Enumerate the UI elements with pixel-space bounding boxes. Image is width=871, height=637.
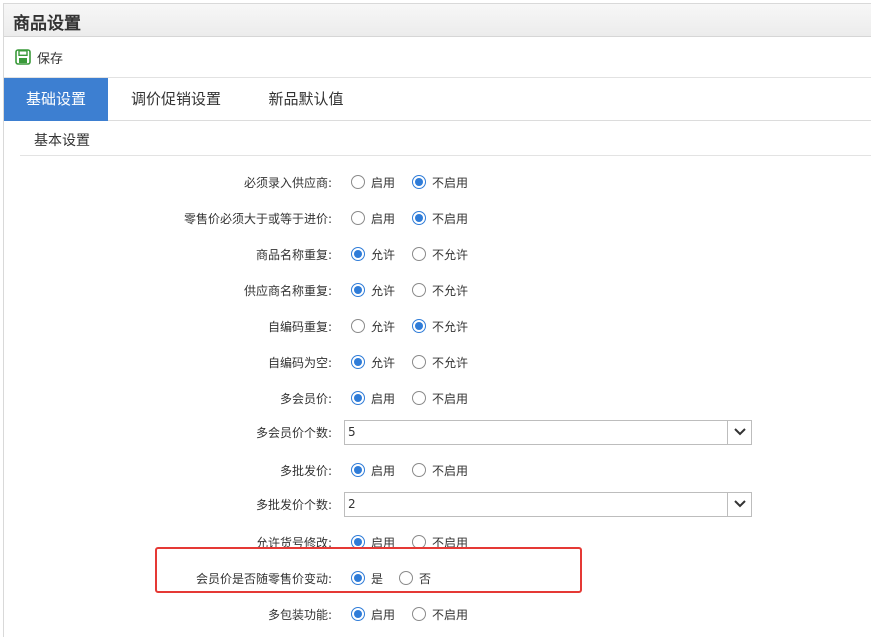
radio-option-label[interactable]: 允许: [371, 318, 395, 335]
setting-label: 多批发价:: [279, 464, 332, 478]
radio-button[interactable]: [351, 211, 365, 225]
radio-option-label[interactable]: 不启用: [432, 462, 468, 479]
radio-button[interactable]: [351, 247, 365, 261]
radio-button[interactable]: [351, 283, 365, 297]
radio-button[interactable]: [351, 175, 365, 189]
setting-row: 商品名称重复: 允许 不允许: [4, 242, 871, 268]
chevron-down-icon[interactable]: [727, 493, 751, 516]
setting-row: 多批发价: 启用 不启用: [4, 458, 871, 484]
setting-row: 自编码重复: 允许 不允许: [4, 314, 871, 340]
radio-button[interactable]: [351, 607, 365, 621]
radio-button[interactable]: [412, 463, 426, 477]
radio-option-label[interactable]: 启用: [371, 534, 395, 551]
radio-button[interactable]: [351, 571, 365, 585]
radio-button[interactable]: [412, 283, 426, 297]
select-value: 2: [348, 497, 356, 511]
section-title: 基本设置: [34, 133, 90, 149]
radio-button[interactable]: [351, 355, 365, 369]
setting-row: 多包装功能: 启用 不启用: [4, 602, 871, 628]
radio-option-label[interactable]: 启用: [371, 390, 395, 407]
setting-row: 零售价必须大于或等于进价: 启用 不启用: [4, 206, 871, 232]
radio-option-label[interactable]: 否: [419, 570, 431, 587]
setting-row: 多会员价个数: 5: [4, 420, 871, 446]
setting-row: 必须录入供应商: 启用 不启用: [4, 170, 871, 196]
save-label: 保存: [37, 51, 64, 67]
setting-label: 多批发价个数:: [255, 498, 332, 512]
setting-label: 多会员价:: [279, 392, 332, 406]
setting-row: 多会员价: 启用 不启用: [4, 386, 871, 412]
radio-button[interactable]: [412, 607, 426, 621]
setting-label: 供应商名称重复:: [243, 284, 332, 298]
setting-row: 多批发价个数: 2: [4, 492, 871, 518]
floppy-disk-icon: [15, 49, 31, 65]
setting-label: 零售价必须大于或等于进价:: [183, 212, 332, 226]
radio-option-label[interactable]: 启用: [371, 174, 395, 191]
radio-option-label[interactable]: 启用: [371, 210, 395, 227]
setting-label: 允许货号修改:: [255, 536, 332, 550]
count-select[interactable]: 5: [344, 420, 752, 445]
radio-button[interactable]: [351, 463, 365, 477]
settings-window: 商品设置 保存 基础设置 调价促销设置 新品默认值 基本设置 必须录入供应商: 启…: [3, 3, 871, 637]
tab-basic-settings[interactable]: 基础设置: [4, 78, 108, 121]
count-select[interactable]: 2: [344, 492, 752, 517]
tab-bar: 基础设置 调价促销设置 新品默认值: [4, 78, 871, 121]
radio-option-label[interactable]: 启用: [371, 606, 395, 623]
chevron-down-icon[interactable]: [727, 421, 751, 444]
setting-label: 必须录入供应商:: [243, 176, 332, 190]
setting-label: 多包装功能:: [267, 608, 332, 622]
setting-row: 会员价是否随零售价变动: 是 否: [4, 566, 871, 592]
setting-label: 会员价是否随零售价变动:: [195, 572, 332, 586]
setting-row: 供应商名称重复: 允许 不允许: [4, 278, 871, 304]
toolbar: 保存: [4, 38, 871, 78]
save-button[interactable]: 保存: [15, 47, 63, 67]
tab-new-product-defaults[interactable]: 新品默认值: [252, 78, 360, 121]
setting-label: 自编码为空:: [267, 356, 332, 370]
setting-row: 自编码为空: 允许 不允许: [4, 350, 871, 376]
radio-button[interactable]: [351, 535, 365, 549]
radio-option-label[interactable]: 不启用: [432, 210, 468, 227]
tab-price-promotion[interactable]: 调价促销设置: [116, 78, 236, 121]
setting-row: 允许货号修改: 启用 不启用: [4, 530, 871, 556]
window-title: 商品设置: [13, 14, 81, 34]
radio-button[interactable]: [412, 175, 426, 189]
radio-option-label[interactable]: 不启用: [432, 390, 468, 407]
radio-option-label[interactable]: 不允许: [432, 354, 468, 371]
setting-label: 商品名称重复:: [255, 248, 332, 262]
radio-button[interactable]: [399, 571, 413, 585]
setting-label: 多会员价个数:: [255, 426, 332, 440]
radio-option-label[interactable]: 允许: [371, 282, 395, 299]
radio-button[interactable]: [412, 319, 426, 333]
radio-option-label[interactable]: 不允许: [432, 282, 468, 299]
radio-option-label[interactable]: 不允许: [432, 318, 468, 335]
setting-label: 自编码重复:: [267, 320, 332, 334]
radio-button[interactable]: [412, 355, 426, 369]
radio-button[interactable]: [412, 391, 426, 405]
radio-option-label[interactable]: 不启用: [432, 534, 468, 551]
radio-option-label[interactable]: 是: [371, 570, 383, 587]
radio-option-label[interactable]: 不允许: [432, 246, 468, 263]
radio-option-label[interactable]: 不启用: [432, 174, 468, 191]
radio-option-label[interactable]: 启用: [371, 462, 395, 479]
radio-option-label[interactable]: 不启用: [432, 606, 468, 623]
section-header: 基本设置: [20, 122, 871, 156]
radio-option-label[interactable]: 允许: [371, 354, 395, 371]
radio-button[interactable]: [412, 535, 426, 549]
select-value: 5: [348, 425, 356, 439]
radio-button[interactable]: [412, 211, 426, 225]
radio-option-label[interactable]: 允许: [371, 246, 395, 263]
radio-button[interactable]: [351, 319, 365, 333]
radio-button[interactable]: [412, 247, 426, 261]
radio-button[interactable]: [351, 391, 365, 405]
title-bar: 商品设置: [4, 4, 871, 37]
